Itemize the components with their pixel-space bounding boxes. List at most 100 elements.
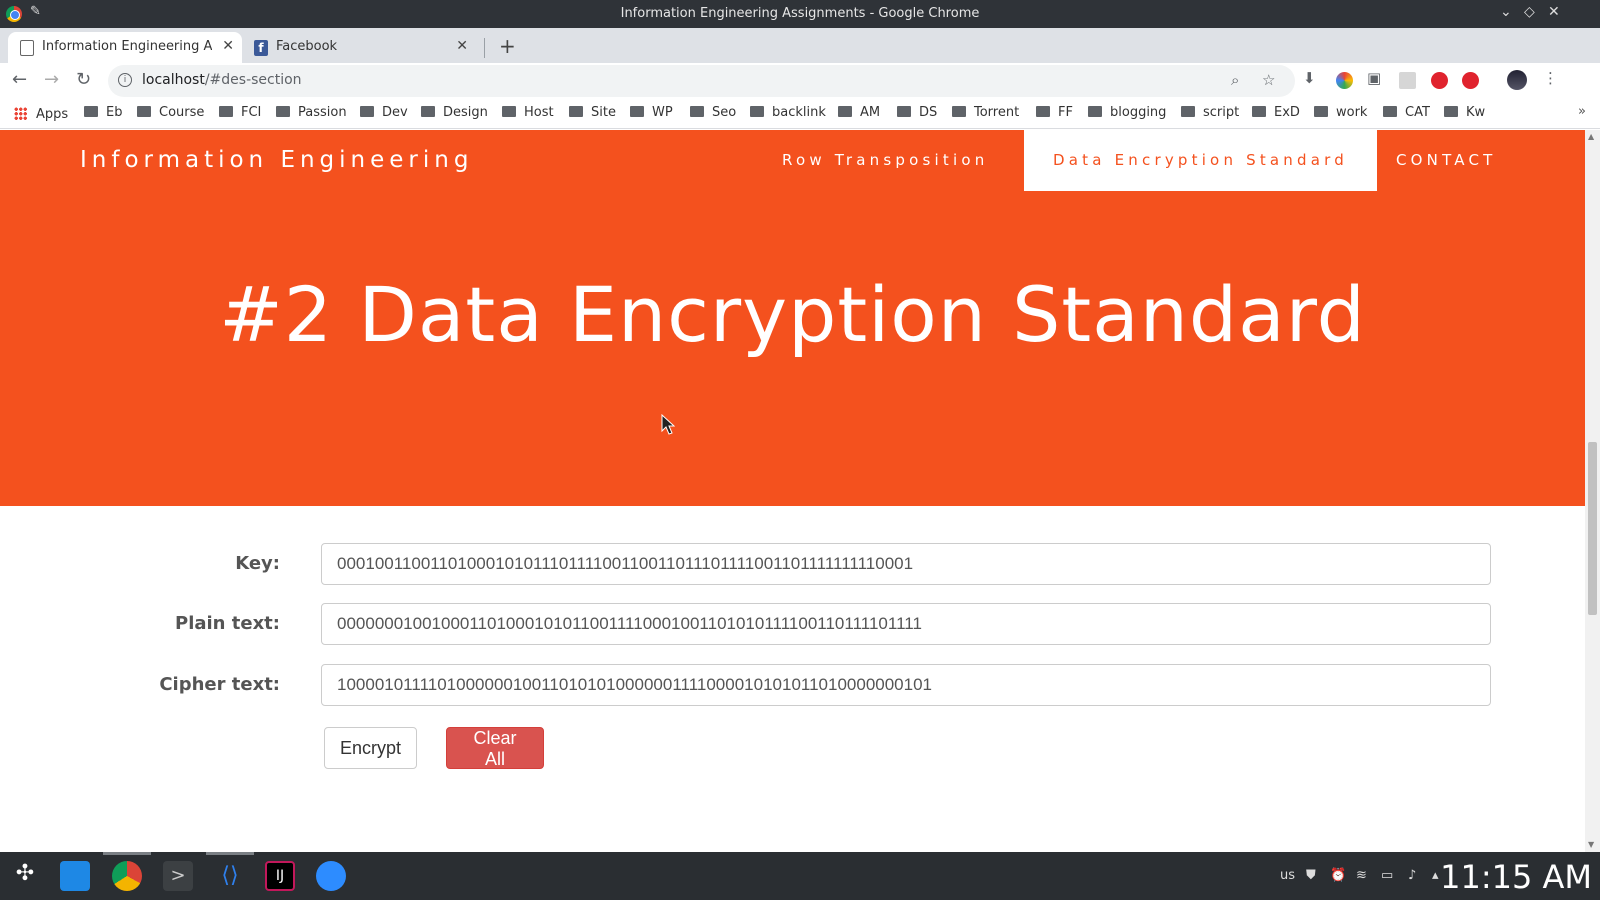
folder-icon (1181, 106, 1195, 117)
tab-strip: Information Engineering Assi ✕ f Faceboo… (0, 28, 1600, 63)
folder-icon (569, 106, 583, 117)
folder-icon (1444, 106, 1458, 117)
bookmark-folder[interactable]: FCI (219, 105, 261, 120)
bookmark-folder[interactable]: AM (838, 105, 880, 120)
scroll-down-icon[interactable]: ▼ (1588, 840, 1594, 849)
adblock-icon[interactable] (1462, 72, 1479, 89)
forward-icon[interactable]: → (44, 69, 59, 90)
terminal-icon[interactable]: > (163, 861, 193, 891)
folder-icon (1088, 106, 1102, 117)
bookmark-label: WP (652, 105, 673, 120)
tab-facebook[interactable]: f Facebook ✕ (242, 32, 476, 63)
bookmark-folder[interactable]: FF (1036, 105, 1073, 120)
bookmark-label: FCI (241, 105, 262, 120)
chrome-taskbar-icon[interactable] (112, 861, 142, 891)
url-path: /#des-section (204, 72, 302, 88)
extension-icon[interactable] (1399, 72, 1416, 89)
url-text[interactable]: localhost/#des-section (142, 72, 302, 88)
bookmark-folder[interactable]: work (1314, 105, 1367, 120)
tab-separator (484, 38, 485, 58)
bookmark-folder[interactable]: ExD (1252, 105, 1300, 120)
download-extension-icon[interactable]: ⬇ (1303, 69, 1316, 87)
opera-icon[interactable] (1431, 72, 1448, 89)
menu-icon[interactable]: ⋮ (1543, 69, 1558, 87)
encrypt-button[interactable]: Encrypt (324, 727, 417, 769)
intellij-icon[interactable]: IJ (265, 861, 295, 891)
bookmark-label: backlink (772, 105, 826, 120)
scroll-up-icon[interactable]: ▲ (1588, 132, 1594, 141)
minimize-icon[interactable]: ⌄ (1500, 4, 1512, 20)
wifi-icon[interactable]: ≋ (1356, 868, 1367, 883)
keyboard-layout[interactable]: us (1280, 868, 1295, 883)
bookmark-star-icon[interactable]: ☆ (1262, 71, 1275, 89)
page-scrollbar[interactable]: ▲ ▼ (1585, 130, 1600, 852)
folder-icon (690, 106, 704, 117)
bookmark-folder[interactable]: Design (421, 105, 488, 120)
key-label: Key: (235, 553, 280, 574)
plain-text-input[interactable] (321, 603, 1491, 645)
close-tab-icon[interactable]: ✕ (456, 38, 468, 54)
plain-text-label: Plain text: (175, 613, 280, 634)
tab-information-engineering[interactable]: Information Engineering Assi ✕ (8, 32, 242, 63)
volume-icon[interactable]: ♪ (1408, 868, 1416, 883)
bookmark-folder[interactable]: Torrent (952, 105, 1019, 120)
close-window-icon[interactable]: ✕ (1548, 4, 1560, 20)
bookmark-label: script (1203, 105, 1240, 120)
profile-avatar-icon[interactable] (1507, 70, 1527, 90)
camera-icon[interactable]: ▣ (1367, 69, 1381, 87)
new-tab-icon[interactable]: + (499, 34, 516, 58)
bookmark-label: Design (443, 105, 488, 120)
page-viewport: Information Engineering Row Transpositio… (0, 130, 1585, 852)
key-input[interactable] (321, 543, 1491, 585)
bookmark-folder[interactable]: Kw (1444, 105, 1485, 120)
folder-icon (219, 106, 233, 117)
bookmark-folder[interactable]: Site (569, 105, 616, 120)
folder-icon (1383, 106, 1397, 117)
facebook-icon: f (254, 40, 268, 56)
folder-icon (897, 106, 911, 117)
vscode-icon[interactable]: ⟨⟩ (215, 861, 245, 891)
nav-contact[interactable]: CONTACT (1396, 130, 1497, 191)
bookmark-folder[interactable]: Course (137, 105, 204, 120)
bookmark-label: Seo (712, 105, 737, 120)
alarm-icon[interactable]: ⏰ (1330, 868, 1346, 883)
back-icon[interactable]: ← (12, 69, 27, 90)
file-manager-icon[interactable] (60, 861, 90, 891)
color-extension-icon[interactable] (1336, 72, 1353, 89)
nav-row-transposition[interactable]: Row Transposition (782, 130, 988, 191)
bookmark-folder[interactable]: blogging (1088, 105, 1166, 120)
bookmark-label: Site (591, 105, 616, 120)
bookmark-folder[interactable]: CAT (1383, 105, 1430, 120)
nav-data-encryption-standard[interactable]: Data Encryption Standard (1024, 130, 1377, 191)
scroll-thumb[interactable] (1588, 442, 1597, 615)
bookmark-folder[interactable]: DS (897, 105, 937, 120)
reload-icon[interactable]: ↻ (76, 69, 91, 90)
bookmark-folder[interactable]: Host (502, 105, 554, 120)
maximize-icon[interactable]: ◇ (1524, 4, 1535, 20)
bookmark-folder[interactable]: Seo (690, 105, 736, 120)
address-bar[interactable]: i localhost/#des-section ⌕ ☆ (108, 65, 1295, 97)
bookmark-folder[interactable]: Passion (276, 105, 347, 120)
bookmark-folder[interactable]: Dev (360, 105, 408, 120)
zoom-icon[interactable]: ⌕ (1231, 71, 1239, 89)
folder-icon (421, 106, 435, 117)
battery-icon[interactable]: ▭ (1381, 868, 1393, 883)
bookmark-folder[interactable]: WP (630, 105, 673, 120)
bookmark-folder[interactable]: Eb (84, 105, 122, 120)
bookmark-label: FF (1058, 105, 1073, 120)
cipher-text-input[interactable] (321, 664, 1491, 706)
tray-expand-icon[interactable]: ▴ (1432, 868, 1439, 883)
shield-icon[interactable]: ⛊ (1306, 868, 1316, 883)
taskbar-clock[interactable]: 11:15 AM (1440, 858, 1592, 896)
launcher-icon[interactable]: ✣ (10, 861, 40, 891)
clear-all-button[interactable]: Clear All (446, 727, 544, 769)
site-brand[interactable]: Information Engineering (80, 147, 473, 173)
key-row: Key: (0, 543, 1585, 585)
bookmark-folder[interactable]: backlink (750, 105, 826, 120)
info-icon[interactable]: i (118, 73, 132, 87)
bookmarks-overflow-icon[interactable]: » (1578, 104, 1586, 119)
bookmark-folder[interactable]: script (1181, 105, 1239, 120)
bookmark-apps[interactable]: Apps (14, 105, 68, 122)
close-tab-icon[interactable]: ✕ (222, 38, 234, 54)
zoom-app-icon[interactable] (316, 861, 346, 891)
